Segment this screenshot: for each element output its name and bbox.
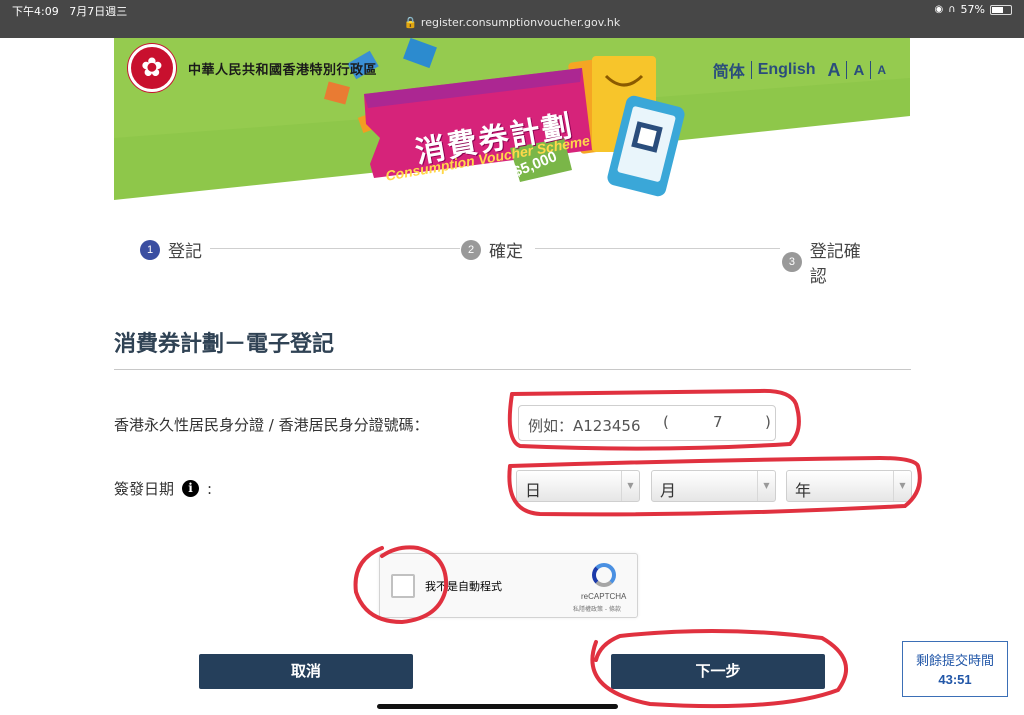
step-number: 3 xyxy=(782,252,802,272)
step-number: 1 xyxy=(140,239,160,260)
progress-stepper: 1 登記 2 確定 3 登記確認 xyxy=(140,237,885,287)
chevron-down-icon: ▼ xyxy=(621,471,639,501)
recaptcha-logo-icon xyxy=(592,563,616,587)
language-bar: 简体 English A A A xyxy=(707,58,892,82)
recaptcha-checkbox[interactable] xyxy=(391,574,415,598)
issue-date-text: 簽發日期 xyxy=(114,480,175,498)
hkid-number-input[interactable]: 例如：A123456 xyxy=(528,415,641,436)
lock-icon: 🔒 xyxy=(403,16,418,29)
hkid-field[interactable]: 例如：A123456 ( 7 ) xyxy=(518,405,776,441)
stepper-line-2 xyxy=(535,248,780,249)
remaining-time-box: 剩餘提交時間 43:51 xyxy=(902,641,1008,697)
step-confirm: 2 確定 xyxy=(461,237,531,262)
header-banner: 中華人民共和國香港特別行政區 简体 English A A A 消費券計劃 Co… xyxy=(114,38,910,200)
title-divider xyxy=(114,369,911,370)
step-number: 2 xyxy=(461,239,481,260)
recaptcha-privacy-terms-links[interactable]: 私隱權政策 - 條款 xyxy=(573,604,621,613)
cancel-button[interactable]: 取消 xyxy=(199,654,413,689)
step-label: 登記確認 xyxy=(809,242,861,287)
day-select-value: 日 xyxy=(525,481,542,500)
issue-date-label: 簽發日期 i : xyxy=(114,478,212,499)
month-select[interactable]: 月 ▼ xyxy=(651,470,776,502)
year-select[interactable]: 年 ▼ xyxy=(786,470,912,502)
step-label: 登記 xyxy=(168,242,202,262)
url-bar[interactable]: 🔒 register.consumptionvoucher.gov.hk xyxy=(0,16,1024,29)
hkid-label: 香港永久性居民身分證 / 香港居民身分證號碼： xyxy=(114,416,429,434)
info-icon[interactable]: i xyxy=(182,480,200,497)
chevron-down-icon: ▼ xyxy=(893,471,911,501)
recaptcha-widget: 我不是自動程式 reCAPTCHA 私隱權政策 - 條款 xyxy=(379,553,638,618)
check-digit-open-paren: ( xyxy=(663,413,669,431)
hksar-emblem-icon xyxy=(128,44,176,92)
remaining-time-label: 剩餘提交時間 xyxy=(915,654,994,669)
step-registration-confirmation: 3 登記確認 xyxy=(782,237,885,287)
check-digit-placeholder: 7 xyxy=(713,413,723,431)
year-select-value: 年 xyxy=(795,481,812,500)
lang-simplified-link[interactable]: 简体 xyxy=(707,58,751,82)
wifi-icon: ◉ xyxy=(934,4,944,15)
stepper-line-1 xyxy=(210,248,460,249)
recaptcha-brand: reCAPTCHA xyxy=(581,592,627,601)
step-label: 確定 xyxy=(489,242,523,262)
font-size-medium-button[interactable]: A xyxy=(847,62,870,79)
battery-percent: 57% xyxy=(960,3,985,16)
next-button[interactable]: 下一步 xyxy=(611,654,825,689)
day-select[interactable]: 日 ▼ xyxy=(516,470,640,502)
battery-icon xyxy=(990,4,1012,15)
check-digit-close-paren: ) xyxy=(765,413,771,431)
status-indicators: ◉ ∩ 57% xyxy=(934,3,1012,16)
lang-english-link[interactable]: English xyxy=(752,61,822,79)
font-size-large-button[interactable]: A xyxy=(821,60,846,81)
home-indicator xyxy=(377,704,618,709)
font-size-small-button[interactable]: A xyxy=(871,63,892,77)
month-select-value: 月 xyxy=(660,481,677,500)
url-text: register.consumptionvoucher.gov.hk xyxy=(420,16,621,29)
page-title: 消費券計劃－電子登記 xyxy=(114,332,335,357)
issue-date-colon: : xyxy=(207,479,213,498)
chevron-down-icon: ▼ xyxy=(757,471,775,501)
browser-status-bar: 下午4:09 7月7日週三 🔒 register.consumptionvouc… xyxy=(0,0,1024,38)
headphone-icon: ∩ xyxy=(948,4,956,15)
step-register: 1 登記 xyxy=(140,237,210,262)
recaptcha-label: 我不是自動程式 xyxy=(425,580,502,593)
remaining-time-value: 43:51 xyxy=(938,672,972,687)
government-name: 中華人民共和國香港特別行政區 xyxy=(188,63,378,78)
